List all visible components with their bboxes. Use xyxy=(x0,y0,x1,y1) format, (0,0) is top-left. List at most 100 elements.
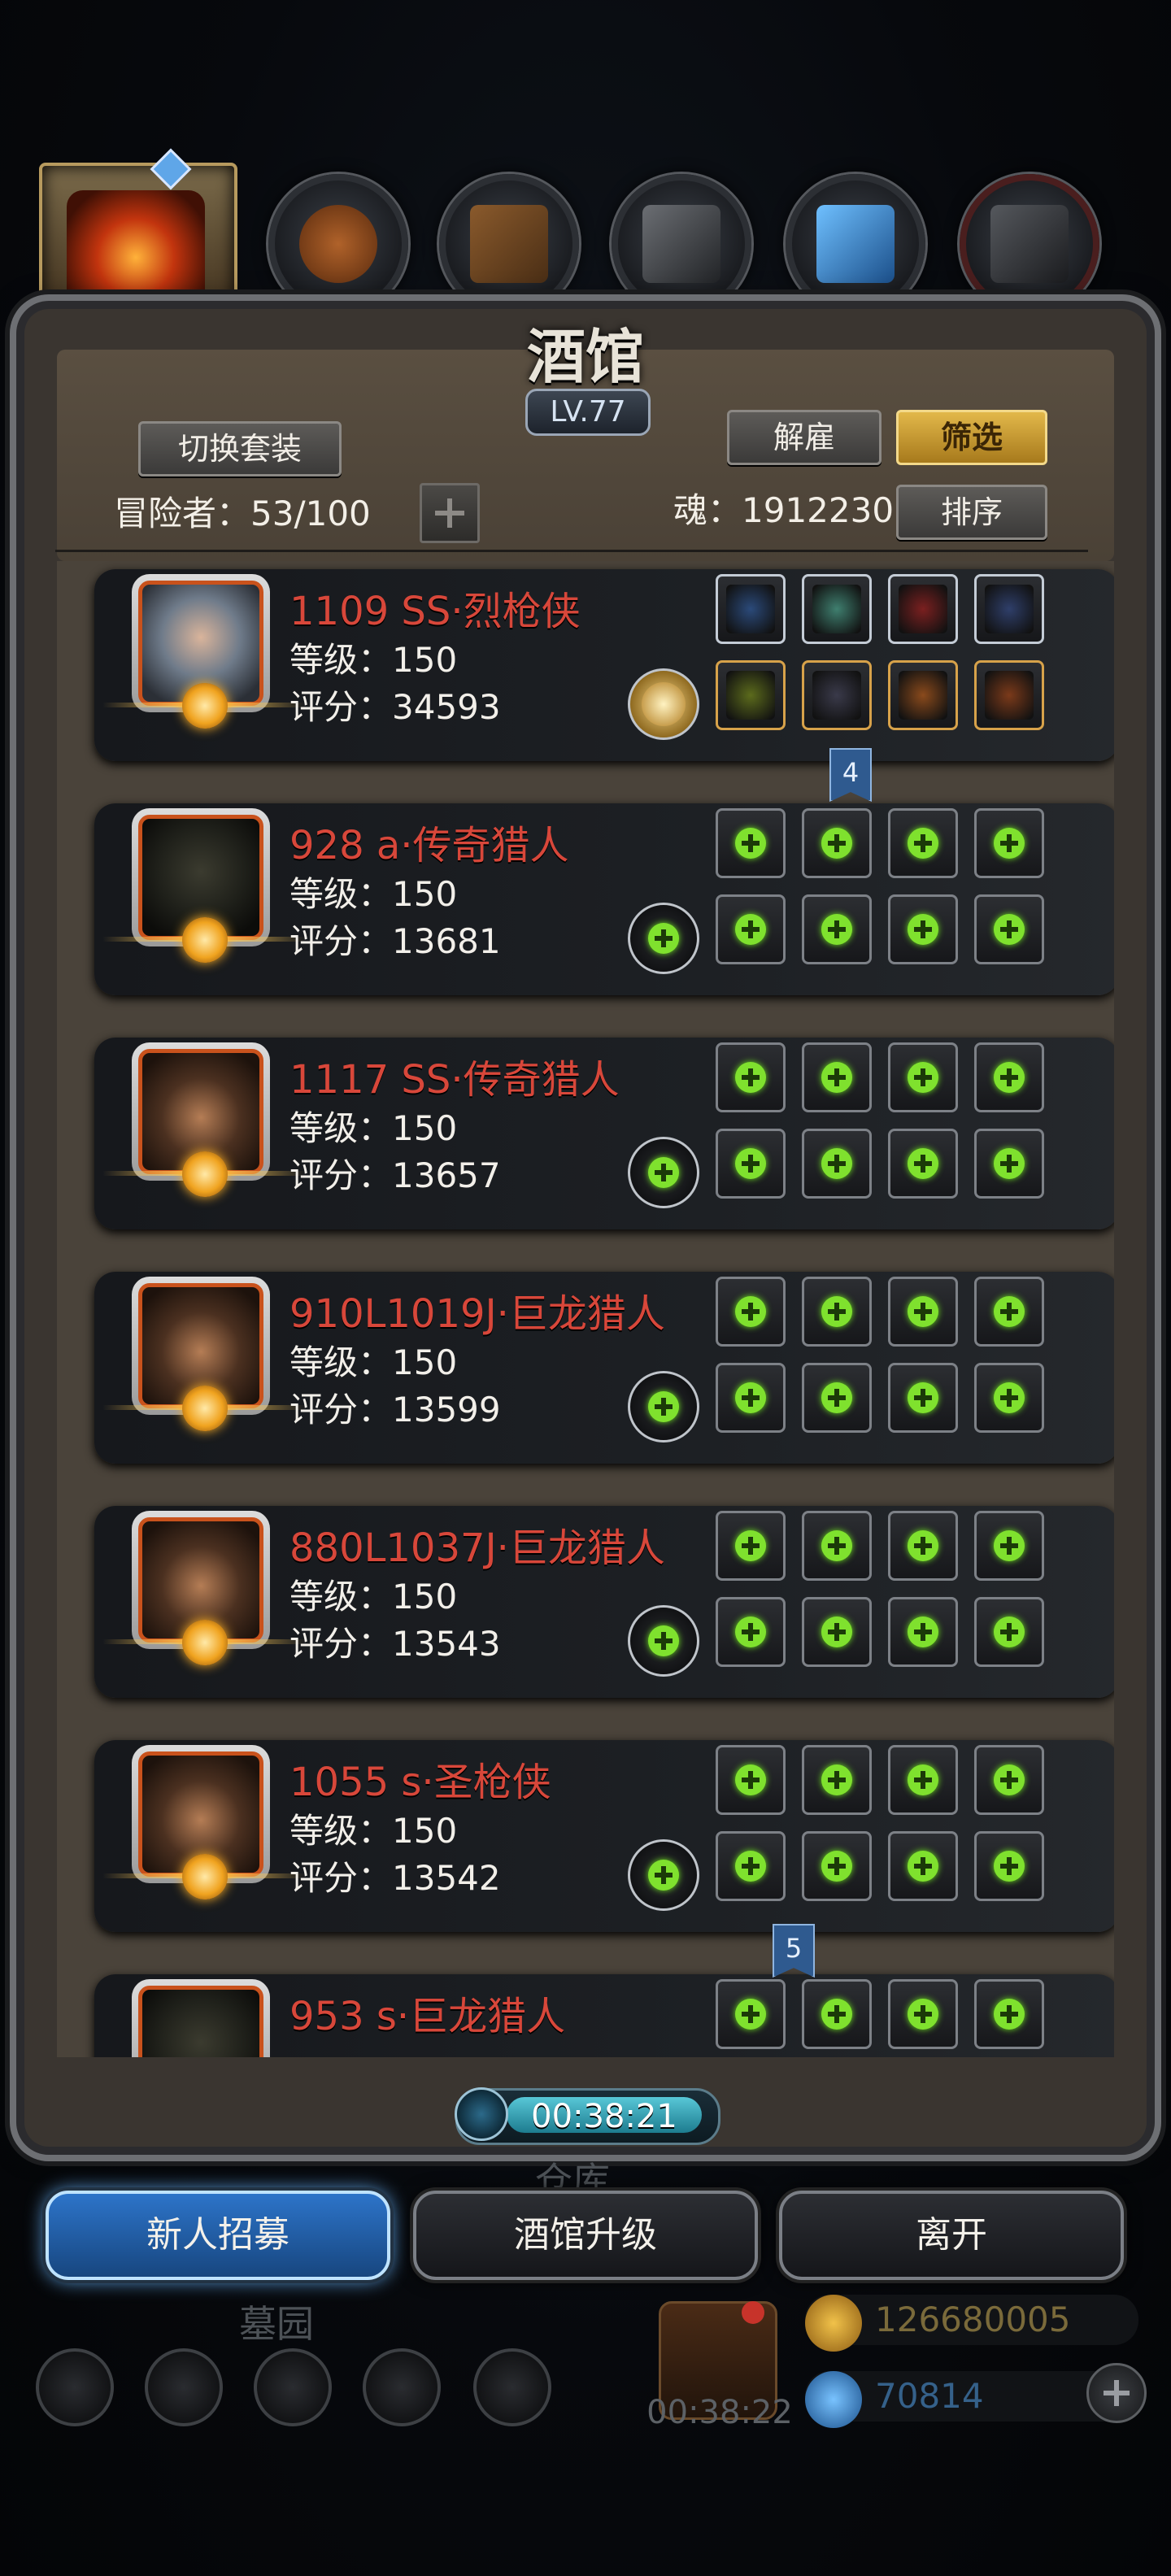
equipment-slot[interactable] xyxy=(974,1511,1044,1581)
category-wood-icon[interactable] xyxy=(439,174,579,314)
hero-row[interactable]: 1055 s·圣枪侠 等级：150 评分：13542 xyxy=(94,1740,1114,1932)
equipment-slot[interactable] xyxy=(802,1745,872,1815)
equipment-slot[interactable] xyxy=(716,574,786,644)
add-resource-button[interactable] xyxy=(1086,2363,1147,2423)
equipment-slot[interactable] xyxy=(716,808,786,878)
tavern-upgrade-button[interactable]: 酒馆升级 xyxy=(413,2191,758,2280)
shop-icon[interactable] xyxy=(254,2348,332,2426)
equipment-slot[interactable] xyxy=(888,1511,958,1581)
equipment-slot[interactable] xyxy=(716,660,786,730)
hero-list[interactable]: 1109 SS·烈枪侠 等级：150 评分：34593 928 a·传奇猎人 等级：15… xyxy=(57,561,1114,2057)
equipment-slot[interactable] xyxy=(716,1597,786,1667)
hero-row[interactable]: 928 a·传奇猎人 等级：150 评分：13681 xyxy=(94,803,1114,995)
add-plus-icon xyxy=(821,1148,852,1179)
sort-button[interactable]: 排序 xyxy=(896,485,1047,540)
hero-row[interactable]: 1109 SS·烈枪侠 等级：150 评分：34593 xyxy=(94,569,1114,761)
equipment-slot[interactable] xyxy=(802,1979,872,2049)
equipment-slot[interactable] xyxy=(716,1511,786,1581)
equipment-slot[interactable] xyxy=(974,1831,1044,1901)
equipment-slot[interactable] xyxy=(888,1277,958,1347)
settings-gear-icon[interactable] xyxy=(36,2348,114,2426)
hero-row[interactable]: 953 s·巨龙猎人 xyxy=(94,1974,1114,2057)
equipment-slot[interactable] xyxy=(802,1363,872,1433)
equipment-slot[interactable] xyxy=(974,894,1044,964)
hero-row[interactable]: 1117 SS·传奇猎人 等级：150 评分：13657 xyxy=(94,1038,1114,1229)
switch-outfit-button[interactable]: 切换套装 xyxy=(138,421,342,476)
mail-icon[interactable] xyxy=(363,2348,441,2426)
equipment-slot[interactable] xyxy=(802,894,872,964)
equipment-slot[interactable] xyxy=(888,1129,958,1199)
weapon-slot[interactable] xyxy=(628,1605,699,1677)
equipment-slot[interactable] xyxy=(974,1277,1044,1347)
equipment-slot[interactable] xyxy=(888,1831,958,1901)
equipment-slot[interactable] xyxy=(802,1831,872,1901)
add-plus-icon xyxy=(908,1999,938,2030)
equipment-slot[interactable] xyxy=(802,1129,872,1199)
expand-capacity-button[interactable] xyxy=(420,483,480,543)
equipment-slot[interactable] xyxy=(716,1363,786,1433)
battle-icon[interactable] xyxy=(473,2348,551,2426)
equipment-slot[interactable] xyxy=(716,1129,786,1199)
filter-button[interactable]: 筛选 xyxy=(896,410,1047,465)
equipment-slot[interactable] xyxy=(802,808,872,878)
weapon-slot[interactable] xyxy=(628,668,699,740)
equipment-slot[interactable] xyxy=(974,1979,1044,2049)
achievement-icon[interactable] xyxy=(145,2348,223,2426)
category-materials-icon[interactable] xyxy=(268,174,408,314)
equipment-slot[interactable] xyxy=(888,808,958,878)
equipment-slot[interactable] xyxy=(716,1277,786,1347)
hero-row[interactable]: 880L1037J·巨龙猎人 等级：150 评分：13543 xyxy=(94,1506,1114,1698)
add-plus-icon xyxy=(735,828,766,859)
wings-emblem-icon xyxy=(642,682,686,726)
equipment-slot[interactable] xyxy=(802,1511,872,1581)
equipment-slot[interactable] xyxy=(888,1363,958,1433)
add-plus-icon xyxy=(735,1764,766,1795)
equipment-slot[interactable] xyxy=(888,660,958,730)
category-crystal-icon[interactable] xyxy=(786,174,925,314)
star-rank-icon xyxy=(182,1386,228,1431)
equipment-slot[interactable] xyxy=(888,894,958,964)
equipment-slot[interactable] xyxy=(716,894,786,964)
hero-row[interactable]: 910L1019J·巨龙猎人 等级：150 评分：13599 xyxy=(94,1272,1114,1464)
equipment-slot[interactable] xyxy=(974,1597,1044,1667)
equipment-slot[interactable] xyxy=(888,1597,958,1667)
hero-level: 等级：150 xyxy=(289,1108,458,1148)
equipment-slot[interactable] xyxy=(716,1979,786,2049)
hero-portrait[interactable] xyxy=(132,1979,270,2057)
equipment-slot[interactable] xyxy=(888,1745,958,1815)
equipment-slot[interactable] xyxy=(888,1979,958,2049)
equipment-slot[interactable] xyxy=(974,1042,1044,1112)
category-armor-icon[interactable] xyxy=(960,174,1099,314)
add-plus-icon xyxy=(735,1617,766,1647)
hero-face-icon xyxy=(138,1986,263,2057)
leave-button[interactable]: 离开 xyxy=(779,2191,1124,2280)
equipment-slot[interactable] xyxy=(974,1129,1044,1199)
add-plus-icon xyxy=(908,1617,938,1647)
recruit-button[interactable]: 新人招募 xyxy=(46,2191,390,2280)
equipment-slot[interactable] xyxy=(802,1277,872,1347)
weapon-slot[interactable] xyxy=(628,903,699,974)
weapon-slot[interactable] xyxy=(628,1839,699,1911)
equipment-slot[interactable] xyxy=(802,660,872,730)
weapon-slot[interactable] xyxy=(628,1371,699,1442)
add-plus-icon xyxy=(994,1999,1025,2030)
equipment-slot[interactable] xyxy=(974,808,1044,878)
equipment-slot[interactable] xyxy=(716,1831,786,1901)
weapon-slot[interactable] xyxy=(628,1137,699,1208)
add-plus-icon xyxy=(735,914,766,945)
dismiss-button[interactable]: 解雇 xyxy=(727,410,882,465)
equipment-slot[interactable] xyxy=(974,1363,1044,1433)
add-plus-icon xyxy=(821,1382,852,1413)
equipment-slot[interactable] xyxy=(802,1597,872,1667)
equipment-slot[interactable] xyxy=(802,574,872,644)
equipment-slot[interactable] xyxy=(716,1042,786,1112)
equipment-slot[interactable] xyxy=(974,660,1044,730)
equipment-slot[interactable] xyxy=(888,574,958,644)
equipment-slot[interactable] xyxy=(716,1745,786,1815)
equipment-slot[interactable] xyxy=(888,1042,958,1112)
equipment-slot[interactable] xyxy=(974,1745,1044,1815)
equipment-slot[interactable] xyxy=(802,1042,872,1112)
category-metal-icon[interactable] xyxy=(612,174,751,314)
add-plus-icon xyxy=(821,828,852,859)
equipment-slot[interactable] xyxy=(974,574,1044,644)
